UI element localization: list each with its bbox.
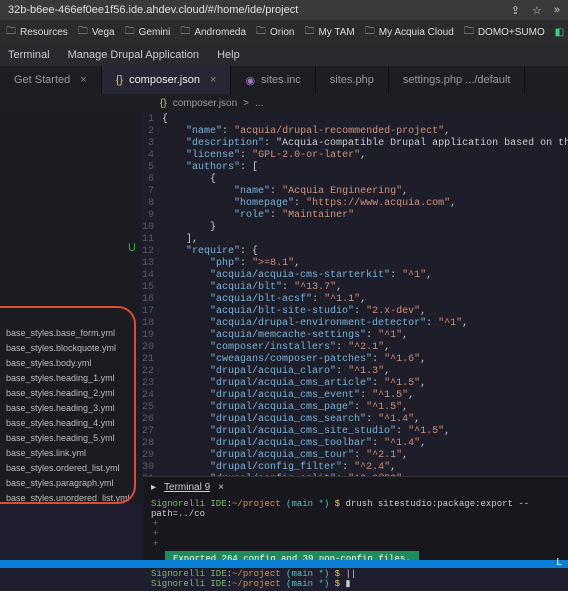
breadcrumb-more[interactable]: ... <box>255 98 263 109</box>
bookmark-item[interactable]: 🗀Resources <box>6 24 68 41</box>
folder-icon: 🗀 <box>78 24 88 41</box>
bookmark-item[interactable]: 🗀Gemini <box>125 24 171 41</box>
folder-icon: 🗀 <box>464 24 474 41</box>
ide-menubar: Terminal Manage Drupal Application Help <box>0 44 568 66</box>
file-item[interactable]: base_styles.body.yml <box>6 356 140 371</box>
git-status-badge: U <box>128 242 136 254</box>
menu-help[interactable]: Help <box>217 49 240 61</box>
terminal-run-icon[interactable]: ▸ <box>151 482 156 493</box>
folder-icon: 🗀 <box>256 24 266 41</box>
file-explorer[interactable]: U base_styles.base_form.ymlbase_styles.b… <box>0 112 142 504</box>
code-content[interactable]: { "name": "acquia/drupal-recommended-pro… <box>162 112 568 504</box>
file-item[interactable]: base_styles.heading_5.yml <box>6 431 140 446</box>
json-icon: {} <box>160 98 167 109</box>
bookmark-item[interactable]: ◧Diffche <box>555 27 568 38</box>
file-item[interactable]: base_styles.unordered_list.yml <box>6 491 140 504</box>
status-bar: L <box>0 560 568 568</box>
folder-icon: 🗀 <box>304 24 314 41</box>
terminal-output[interactable]: Signorelli IDE:~/project (main *) $ drus… <box>143 497 568 591</box>
file-item[interactable]: base_styles.link.yml <box>6 446 140 461</box>
bookmark-item[interactable]: 🗀Andromeda <box>180 24 246 41</box>
bookmark-item[interactable]: 🗀DOMO+SUMO <box>464 24 545 41</box>
tab-settings-php[interactable]: settings.php .../default <box>389 66 526 94</box>
file-item[interactable]: base_styles.base_form.yml <box>6 326 140 341</box>
terminal-title[interactable]: Terminal 9 <box>164 482 210 493</box>
file-item[interactable]: base_styles.ordered_list.yml <box>6 461 140 476</box>
status-letter: L <box>556 557 562 568</box>
more-icon[interactable]: » <box>554 4 560 16</box>
diffche-icon: ◧ <box>555 27 564 38</box>
file-item[interactable]: base_styles.blockquote.yml <box>6 341 140 356</box>
folder-icon: 🗀 <box>180 24 190 41</box>
file-item[interactable]: base_styles.paragraph.yml <box>6 476 140 491</box>
browser-url-bar: 32b-b6ee-466ef0ee1f56.ide.ahdev.cloud/#/… <box>0 0 568 20</box>
tab-get-started[interactable]: Get Started× <box>0 66 102 94</box>
file-item[interactable]: base_styles.heading_1.yml <box>6 371 140 386</box>
file-item[interactable]: base_styles.heading_2.yml <box>6 386 140 401</box>
editor-tabs: Get Started× {}composer.json× ◉sites.inc… <box>0 66 568 94</box>
star-icon[interactable]: ☆ <box>532 4 542 17</box>
folder-icon: 🗀 <box>125 24 135 41</box>
chevron-right-icon: > <box>243 98 249 109</box>
terminal-panel[interactable]: ▸ Terminal 9 × Signorelli IDE:~/project … <box>143 476 568 560</box>
file-item[interactable]: base_styles.heading_3.yml <box>6 401 140 416</box>
bookmark-item[interactable]: 🗀My TAM <box>304 24 354 41</box>
tab-composer-json[interactable]: {}composer.json× <box>102 66 232 94</box>
bookmarks-bar: 🗀Resources 🗀Vega 🗀Gemini 🗀Andromeda 🗀Ori… <box>0 20 568 44</box>
breadcrumb: {} composer.json > ... <box>0 94 568 112</box>
code-editor[interactable]: 1234567891011121314151617181920212223242… <box>142 112 568 504</box>
json-icon: {} <box>116 74 123 86</box>
file-item[interactable]: base_styles.heading_4.yml <box>6 416 140 431</box>
line-gutter: 1234567891011121314151617181920212223242… <box>142 112 162 504</box>
menu-drupal[interactable]: Manage Drupal Application <box>68 49 199 61</box>
close-icon[interactable]: × <box>80 74 86 86</box>
bookmark-item[interactable]: 🗀Vega <box>78 24 115 41</box>
share-icon[interactable]: ⇪ <box>511 4 520 17</box>
tab-sites-inc[interactable]: ◉sites.inc <box>231 66 315 94</box>
bookmark-item[interactable]: 🗀Orion <box>256 24 294 41</box>
menu-terminal[interactable]: Terminal <box>8 49 50 61</box>
close-icon[interactable]: × <box>210 74 216 86</box>
bookmark-item[interactable]: 🗀My Acquia Cloud <box>365 24 454 41</box>
folder-icon: 🗀 <box>365 24 375 41</box>
close-icon[interactable]: × <box>218 482 224 493</box>
folder-icon: 🗀 <box>6 24 16 41</box>
url-text: 32b-b6ee-466ef0ee1f56.ide.ahdev.cloud/#/… <box>8 4 298 16</box>
php-icon: ◉ <box>245 74 255 87</box>
tab-sites-php[interactable]: sites.php <box>316 66 389 94</box>
breadcrumb-file[interactable]: composer.json <box>173 98 237 109</box>
